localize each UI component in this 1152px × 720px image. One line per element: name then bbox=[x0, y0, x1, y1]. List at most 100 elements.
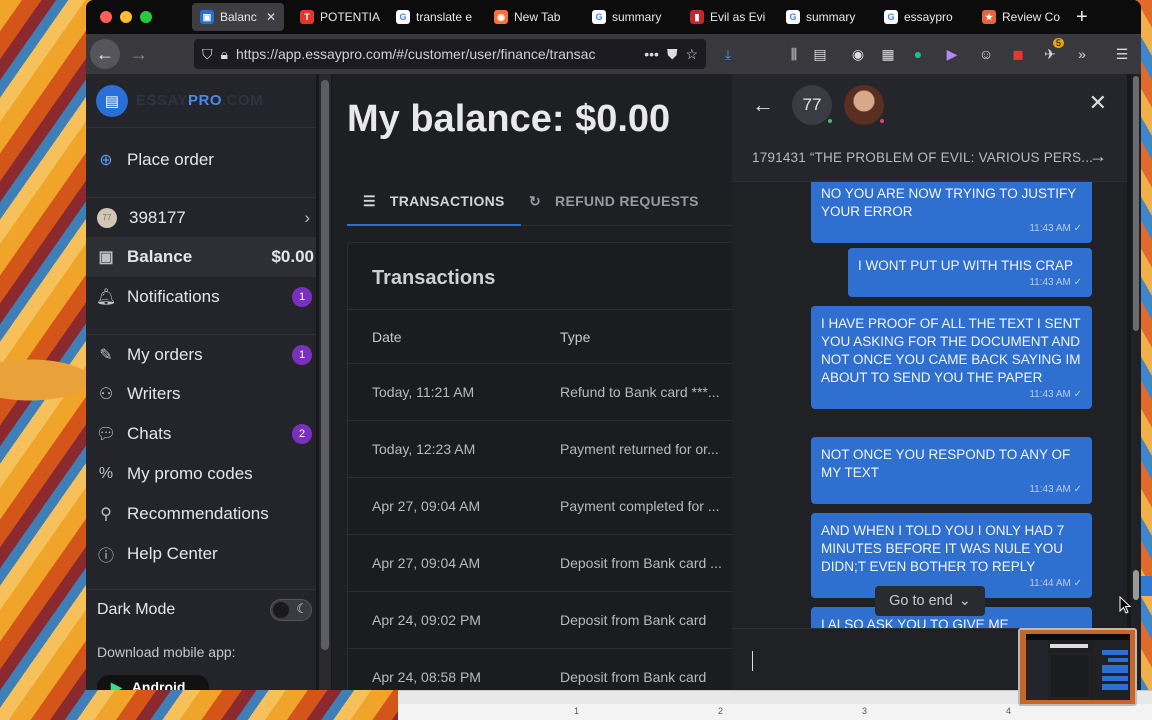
thumbnail-preview bbox=[1020, 630, 1135, 704]
address-bar[interactable]: ⛉ 🔒︎ https://app.essaypro.com/#/customer… bbox=[194, 39, 706, 69]
shield-icon[interactable]: ⛉ bbox=[202, 46, 213, 63]
browser-tab[interactable]: G summary bbox=[778, 3, 870, 31]
sidebar-item-label: Help Center bbox=[127, 544, 218, 563]
new-tab-button[interactable]: + bbox=[1076, 6, 1088, 29]
browser-tab[interactable]: G summary bbox=[584, 3, 676, 31]
browser-tab[interactable]: G translate e bbox=[388, 3, 480, 31]
message-text: NO YOU ARE NOW TRYING TO JUSTIFY YOUR ER… bbox=[821, 186, 1077, 219]
back-arrow-icon[interactable]: ← bbox=[752, 92, 774, 118]
chat-scrollbar[interactable] bbox=[1131, 74, 1141, 690]
pocket-icon[interactable]: ⛊ bbox=[667, 46, 678, 63]
chat-header: ← 77 ✕ bbox=[732, 74, 1127, 134]
sidebar-item-balance[interactable]: ▣ Balance $0.00 bbox=[86, 237, 316, 277]
avatar: 77 bbox=[97, 207, 117, 228]
column-header-type[interactable]: Type bbox=[560, 329, 590, 345]
ruler-mark: 4 bbox=[1006, 706, 1012, 716]
scrollbar-thumb[interactable] bbox=[1133, 76, 1139, 331]
scrollbar-thumb[interactable] bbox=[321, 80, 329, 650]
message-text: NOT ONCE YOU RESPOND TO ANY OF MY TEXT bbox=[821, 447, 1071, 480]
logo[interactable]: ▤ ESSAYPRO.COM bbox=[86, 74, 316, 128]
bookmark-star-icon[interactable]: ☆ bbox=[685, 46, 698, 63]
google-icon: G bbox=[396, 10, 410, 24]
sidebar-item-notifications[interactable]: 🔔︎ Notifications 1 bbox=[86, 277, 316, 317]
browser-tab[interactable]: T POTENTIA bbox=[292, 3, 384, 31]
overflow-chevrons-icon[interactable]: » bbox=[1072, 44, 1092, 64]
maximize-window-button[interactable] bbox=[140, 11, 152, 23]
chat-order-link[interactable]: 1791431 “THE PROBLEM OF EVIL: VARIOUS PE… bbox=[732, 134, 1127, 182]
t-icon: T bbox=[300, 10, 314, 24]
tab-transactions[interactable]: ☰ TRANSACTIONS bbox=[347, 176, 521, 226]
bell-icon: 🔔︎ bbox=[95, 289, 117, 306]
browser-tab[interactable]: G essaypro bbox=[876, 3, 968, 31]
message-bubble: I WONT PUT UP WITH THIS CRAP 11:43 AM ✓ bbox=[848, 248, 1092, 297]
arrow-right-icon[interactable]: → bbox=[1089, 146, 1107, 167]
sidebar-item-label: Recommendations bbox=[127, 504, 269, 523]
row-date: Apr 24, 09:02 PM bbox=[372, 612, 481, 628]
browser-window: ▣ Balanc ✕ T POTENTIA G translate e ◉ Ne… bbox=[86, 0, 1141, 690]
sidebar-item-chats[interactable]: 💬︎ Chats 2 bbox=[86, 414, 316, 454]
sidebar-item-label: My promo codes bbox=[127, 464, 253, 483]
writer-avatar[interactable] bbox=[844, 85, 886, 125]
sidebar-item-my-orders[interactable]: ✎ My orders 1 bbox=[86, 334, 316, 374]
extension-icon[interactable]: ▦ bbox=[878, 44, 898, 64]
tab-label: Evil as Evi bbox=[710, 10, 766, 24]
hamburger-menu-icon[interactable]: ☰ bbox=[1112, 44, 1132, 64]
close-window-button[interactable] bbox=[100, 11, 112, 23]
sidebar-item-recommendations[interactable]: ⚲ Recommendations bbox=[86, 494, 316, 534]
ruler-mark: 3 bbox=[862, 706, 868, 716]
puzzle-icon[interactable]: ✈ 5 bbox=[1040, 38, 1064, 64]
sidebar-item-writers[interactable]: ⚇ Writers bbox=[86, 374, 316, 414]
table-row[interactable]: Today, 11:21 AM Refund to Bank card ***.… bbox=[348, 364, 732, 421]
browser-tab[interactable]: ◉ New Tab bbox=[486, 3, 578, 31]
forward-arrow-icon[interactable]: → bbox=[124, 39, 154, 69]
browser-tab-balance[interactable]: ▣ Balanc ✕ bbox=[192, 3, 284, 31]
more-icon[interactable]: ••• bbox=[644, 46, 659, 62]
message-list[interactable]: NO YOU ARE NOW TRYING TO JUSTIFY YOUR ER… bbox=[732, 182, 1127, 628]
go-to-end-button[interactable]: Go to end ⌄ bbox=[875, 586, 985, 616]
page-title: My balance: $0.00 bbox=[347, 98, 671, 140]
table-row[interactable]: Apr 27, 09:04 AM Payment completed for .… bbox=[348, 478, 732, 535]
sidebar-icon[interactable]: ▤ bbox=[810, 44, 830, 64]
android-download-button[interactable]: ▶ Android bbox=[97, 675, 209, 690]
url-text[interactable]: https://app.essaypro.com/#/customer/user… bbox=[236, 46, 636, 62]
back-arrow-icon[interactable]: ← bbox=[90, 39, 120, 69]
dark-mode-toggle[interactable]: ☾ bbox=[270, 598, 312, 621]
browser-tab[interactable]: ★ Review Co bbox=[974, 3, 1066, 31]
close-icon[interactable]: ✕ bbox=[1089, 90, 1107, 116]
scrollbar-thumb[interactable] bbox=[1133, 570, 1139, 600]
tab-refund-requests[interactable]: ↻ REFUND REQUESTS bbox=[529, 176, 699, 226]
table-header: Date Type bbox=[348, 309, 732, 364]
row-type: Payment completed for ... bbox=[560, 498, 720, 514]
table-row[interactable]: Apr 24, 09:02 PM Deposit from Bank card bbox=[348, 592, 732, 649]
grammarly-icon[interactable]: ● bbox=[908, 44, 928, 64]
download-icon[interactable]: ⤓ bbox=[718, 44, 738, 64]
tab-label: summary bbox=[612, 10, 662, 24]
close-tab-icon[interactable]: ✕ bbox=[266, 10, 276, 24]
screenshot-thumbnail[interactable] bbox=[1018, 628, 1137, 706]
media-icon[interactable]: ▶ bbox=[942, 44, 962, 64]
column-header-date[interactable]: Date bbox=[372, 329, 402, 345]
sidebar-item-help-center[interactable]: ⓘ Help Center bbox=[86, 534, 316, 574]
participant-avatar[interactable]: 77 bbox=[792, 85, 834, 125]
mask-icon[interactable]: ☺ bbox=[976, 44, 996, 64]
info-icon: ⓘ bbox=[97, 548, 114, 565]
library-icon[interactable]: ⫼ bbox=[784, 44, 804, 64]
table-row[interactable]: Apr 24, 08:58 PM Deposit from Bank card bbox=[348, 649, 732, 690]
minimize-window-button[interactable] bbox=[120, 11, 132, 23]
user-profile-item[interactable]: 77 398177 › bbox=[86, 197, 316, 237]
sidebar-scrollbar[interactable] bbox=[319, 74, 331, 690]
red-extension-icon[interactable]: ◼ bbox=[1008, 44, 1028, 64]
tab-label: Balanc bbox=[220, 10, 257, 24]
tab-label: translate e bbox=[416, 10, 473, 24]
message-bubble: I HAVE PROOF OF ALL THE TEXT I SENT YOU … bbox=[811, 306, 1092, 409]
account-icon[interactable]: ◉ bbox=[848, 44, 868, 64]
message-text: I HAVE PROOF OF ALL THE TEXT I SENT YOU … bbox=[821, 316, 1081, 385]
browser-tab[interactable]: ▮ Evil as Evi bbox=[682, 3, 774, 31]
tab-label: New Tab bbox=[514, 10, 561, 24]
table-row[interactable]: Today, 12:23 AM Payment returned for or.… bbox=[348, 421, 732, 478]
table-row[interactable]: Apr 27, 09:04 AM Deposit from Bank card … bbox=[348, 535, 732, 592]
firefox-icon: ◉ bbox=[494, 10, 508, 24]
ruler-mark: 2 bbox=[718, 706, 724, 716]
place-order-button[interactable]: ⊕ Place order bbox=[86, 140, 316, 180]
sidebar-item-promo-codes[interactable]: % My promo codes bbox=[86, 454, 316, 494]
